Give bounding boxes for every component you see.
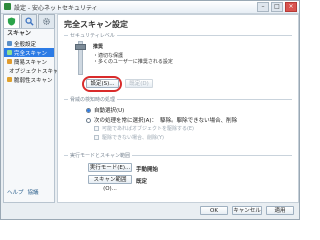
app-logo-icon (4, 3, 11, 10)
vulnerability-scan-icon (7, 77, 12, 82)
radio-always-select-label: 次の処理を常に選択(A)： (94, 118, 158, 124)
window-title: 設定 - 安心ネットセキュリティ (14, 5, 98, 12)
gear-icon (43, 18, 51, 25)
security-level-group-label: セキュリティレベル (68, 32, 117, 39)
main-content: 完全スキャン設定 セキュリティレベル 推奨 ・適切な保護 ・多くのユーザーに推奨… (57, 14, 299, 203)
sidebar-item-quick-scan[interactable]: 簡易スキャン (4, 57, 54, 66)
checkbox-delete[interactable]: 駆除できない場合、削除(Y) (94, 134, 164, 141)
quick-scan-icon (7, 59, 12, 64)
apply-button[interactable]: 適用 (266, 206, 294, 215)
sidebar-item-label: 完全スキャン (14, 50, 48, 57)
radio-always-select[interactable]: 次の処理を常に選択(A)： 駆除。駆除できない場合、削除 (86, 116, 237, 124)
help-link[interactable]: ヘルプ (7, 188, 24, 196)
sidebar: スキャン 全般設定 完全スキャン 簡易スキャン オブジェクトスキャン 脆弱性スキ… (3, 28, 64, 203)
close-button[interactable]: × (285, 2, 297, 12)
security-level-desc-2: ・多くのユーザーに推奨される設定 (93, 59, 173, 65)
window-controls: – □ × (257, 2, 297, 12)
shield-icon (7, 17, 15, 26)
run-mode-group-label: 実行モードとスキャン範囲 (68, 152, 133, 159)
tab-protection[interactable] (3, 14, 20, 28)
tab-scan[interactable] (20, 14, 38, 28)
security-level-slider-thumb[interactable] (75, 44, 86, 50)
sidebar-header: スキャン (7, 30, 32, 37)
radio-always-select-detail: 駆除。駆除できない場合、削除 (160, 118, 238, 124)
sidebar-item-label: 脆弱性スキャン (14, 77, 53, 84)
run-mode-value: 手動開始 (136, 167, 159, 173)
sidebar-item-full-scan[interactable]: 完全スキャン (4, 48, 54, 57)
cancel-button[interactable]: キャンセル (232, 206, 262, 215)
radio-auto-select-indicator[interactable] (86, 107, 91, 113)
radio-always-select-indicator[interactable] (86, 117, 91, 123)
sidebar-item-object-scan[interactable]: オブジェクトスキャン (4, 66, 64, 75)
run-mode-group: 実行モードとスキャン範囲 (64, 152, 292, 159)
threat-action-group: 脅威の検知時の処理 (64, 96, 292, 103)
sidebar-item-label: 全般設定 (14, 41, 37, 48)
settings-category-tabs (1, 14, 56, 28)
title-bar[interactable]: 設定 - 安心ネットセキュリティ – □ × (1, 1, 299, 14)
search-icon (24, 17, 34, 26)
maximize-button[interactable]: □ (271, 2, 283, 12)
scan-scope-button[interactable]: スキャン範囲(O)... (88, 175, 132, 192)
tab-advanced[interactable] (38, 14, 56, 28)
security-level-group: セキュリティレベル (64, 32, 292, 39)
run-mode-button[interactable]: 実行モード(E)... (88, 163, 132, 172)
sidebar-footer: ヘルプ 協議 (7, 188, 39, 196)
full-scan-icon (7, 50, 12, 55)
general-settings-icon (7, 41, 12, 46)
scan-scope-value: 既定 (136, 179, 148, 185)
settings-button[interactable]: 設定(S)... (86, 79, 119, 88)
sidebar-item-general[interactable]: 全般設定 (4, 39, 54, 48)
checkbox-delete-box[interactable] (94, 135, 99, 140)
sidebar-item-vulnerability-scan[interactable]: 脆弱性スキャン (4, 75, 54, 84)
ok-button[interactable]: OK (200, 206, 228, 215)
sidebar-item-label: オブジェクトスキャン (9, 68, 65, 75)
default-button[interactable]: 既定(D) (125, 79, 153, 88)
sidebar-item-label: 簡易スキャン (14, 59, 48, 66)
threat-action-group-label: 脅威の検知時の処理 (68, 96, 118, 103)
radio-auto-select-label: 自動選択(U) (94, 108, 125, 114)
support-link[interactable]: 協議 (28, 188, 39, 196)
checkbox-disinfect-label: 可能であればオブジェクトを駆除する(E) (102, 126, 195, 132)
settings-window: 設定 - 安心ネットセキュリティ – □ × スキャン 全般設定 完全スキャン … (0, 0, 300, 220)
radio-auto-select[interactable]: 自動選択(U) (86, 106, 124, 114)
security-level-name: 推奨 (93, 44, 104, 50)
checkbox-delete-label: 駆除できない場合、削除(Y) (102, 135, 164, 141)
checkbox-disinfect-box[interactable] (94, 126, 99, 131)
dialog-footer: OK キャンセル 適用 (1, 203, 299, 219)
page-title: 完全スキャン設定 (64, 20, 128, 29)
checkbox-disinfect[interactable]: 可能であればオブジェクトを駆除する(E) (94, 125, 194, 132)
minimize-button[interactable]: – (257, 2, 269, 12)
